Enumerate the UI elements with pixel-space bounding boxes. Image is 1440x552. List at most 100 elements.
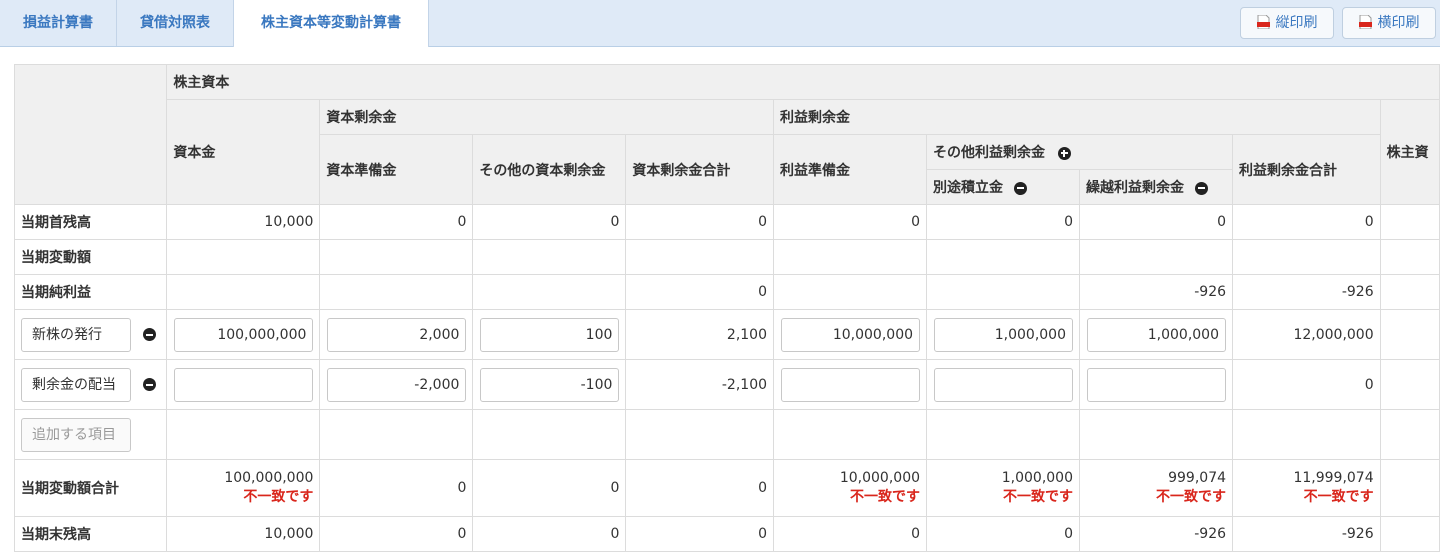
remove-minus-icon[interactable]	[1194, 181, 1208, 195]
mismatch-warning: 不一致です	[1303, 489, 1374, 505]
remove-row-minus-icon[interactable]	[143, 328, 157, 341]
item-name-input[interactable]: 剰余金の配当	[21, 367, 131, 402]
cell-value: 0	[1079, 204, 1234, 240]
tab-income-statement[interactable]: 損益計算書	[0, 0, 117, 46]
cell-input	[1079, 359, 1234, 410]
remove-minus-icon[interactable]	[1013, 181, 1027, 195]
cell-input: 1,000,000	[1079, 309, 1234, 360]
amount-input[interactable]: 100,000,000	[174, 317, 314, 352]
cell-input: 1,000,000	[926, 309, 1081, 360]
header-shareholders-equity: 株主資本	[166, 64, 1440, 100]
table-row-net-income: 当期純利益 0 -926 -926	[13, 274, 1440, 310]
other-retained-earnings-label: その他利益剰余金	[933, 145, 1046, 161]
table-row-changes: 当期変動額	[13, 239, 1440, 275]
cell-empty	[319, 239, 474, 275]
cell-value: 12,000,000	[1232, 309, 1381, 360]
mismatch-warning: 不一致です	[1156, 489, 1227, 505]
table-row-total-changes: 当期変動額合計 100,000,000 不一致です 0 0 0 10,000,0…	[13, 459, 1440, 517]
cell-value: 0	[472, 516, 627, 552]
top-tab-bar: 損益計算書 貸借対照表 株主資本等変動計算書 縦印刷 横印刷	[0, 0, 1440, 47]
cell-value	[319, 274, 474, 310]
portrait-print-label: 縦印刷	[1275, 15, 1318, 31]
cell-value: 0	[319, 459, 474, 517]
landscape-print-button[interactable]: 横印刷	[1342, 7, 1436, 39]
cell-value: 100,000,000 不一致です	[166, 459, 321, 517]
cell-value	[926, 274, 1081, 310]
cell-empty	[926, 409, 1081, 460]
table-row-closing: 当期末残高 10,000 0 0 0 0 0 -926 -926	[13, 516, 1440, 552]
amount-input[interactable]: 100	[480, 317, 620, 352]
cell-value	[1379, 516, 1440, 552]
remove-row-minus-icon[interactable]	[143, 378, 157, 391]
cell-value	[1379, 459, 1440, 517]
cell-empty	[773, 409, 928, 460]
expand-plus-icon[interactable]	[1057, 146, 1071, 160]
amount-input[interactable]	[1087, 367, 1227, 402]
amount-input[interactable]: 2,000	[327, 317, 467, 352]
cell-empty	[1079, 239, 1234, 275]
add-item-input[interactable]: 追加する項目	[21, 417, 131, 452]
cell-input	[926, 359, 1081, 410]
cell-value	[472, 274, 627, 310]
equity-table: 株主資本 資本金 資本剰余金 利益剰余金 株主資 資本準備金 その他の資本剰余金…	[13, 64, 1440, 552]
cell-value: -926	[1232, 516, 1381, 552]
cell-empty	[926, 239, 1081, 275]
cell-value: 0	[625, 274, 775, 310]
cell-empty	[166, 239, 321, 275]
cell-value: 10,000	[166, 516, 321, 552]
table-row-add-item: 追加する項目	[13, 409, 1440, 460]
cell-value: 10,000	[166, 204, 321, 240]
cell-value	[1379, 359, 1440, 410]
header-retained-earnings: 利益剰余金	[773, 99, 1381, 135]
amount-input[interactable]	[174, 367, 314, 402]
tab-balance-sheet[interactable]: 貸借対照表	[117, 0, 234, 46]
cell-value: 999,074 不一致です	[1079, 459, 1234, 517]
cell-value: 11,999,074 不一致です	[1232, 459, 1381, 517]
header-other-capital-surplus: その他の資本剰余金	[472, 134, 627, 205]
cell-value: 0	[472, 459, 627, 517]
amount-input[interactable]: 10,000,000	[781, 317, 921, 352]
cell-value: 0	[1232, 204, 1381, 240]
tab-equity-statement[interactable]: 株主資本等変動計算書	[233, 0, 429, 47]
total-value: 999,074	[1168, 470, 1227, 486]
table-row-new-shares: 新株の発行 100,000,000 2,000 100 2,100 10,000…	[13, 309, 1440, 360]
portrait-print-button[interactable]: 縦印刷	[1240, 7, 1334, 39]
landscape-print-label: 横印刷	[1377, 15, 1420, 31]
amount-input[interactable]	[934, 367, 1074, 402]
cell-value: 10,000,000 不一致です	[773, 459, 928, 517]
table-row-opening: 当期首残高 10,000 0 0 0 0 0 0 0	[13, 204, 1440, 240]
amount-input[interactable]: 1,000,000	[1087, 317, 1227, 352]
cell-value: 2,100	[625, 309, 775, 360]
row-label: 当期変動額合計	[13, 459, 168, 517]
row-label: 当期純利益	[13, 274, 168, 310]
cell-value: 1,000,000 不一致です	[926, 459, 1081, 517]
cell-value	[1379, 309, 1440, 360]
header-retained-earnings-total: 利益剰余金合計	[1232, 134, 1381, 205]
cell-value: 0	[625, 516, 775, 552]
header-carried-forward: 繰越利益剰余金	[1079, 169, 1234, 205]
special-reserve-label: 別途積立金	[933, 180, 1004, 196]
cell-value	[1379, 274, 1440, 310]
cell-empty	[1079, 409, 1234, 460]
cell-value: 0	[773, 516, 928, 552]
cell-input: -2,000	[319, 359, 474, 410]
amount-input[interactable]: -2,000	[327, 367, 467, 402]
amount-input[interactable]	[781, 367, 921, 402]
amount-input[interactable]: 1,000,000	[934, 317, 1074, 352]
header-special-reserve: 別途積立金	[926, 169, 1081, 205]
item-name-input[interactable]: 新株の発行	[21, 317, 131, 352]
mismatch-warning: 不一致です	[243, 489, 314, 505]
carried-forward-label: 繰越利益剰余金	[1086, 180, 1185, 196]
cell-value: 0	[625, 459, 775, 517]
pdf-icon	[1256, 15, 1270, 29]
cell-value: -926	[1079, 516, 1234, 552]
cell-empty	[625, 409, 775, 460]
mismatch-warning: 不一致です	[1003, 489, 1074, 505]
row-label-cell: 追加する項目	[13, 409, 168, 460]
header-other-retained-earnings: その他利益剰余金	[926, 134, 1234, 170]
cell-value: 0	[773, 204, 928, 240]
cell-input: 100	[472, 309, 627, 360]
amount-input[interactable]: -100	[480, 367, 620, 402]
cell-input: 100,000,000	[166, 309, 321, 360]
row-label-cell: 剰余金の配当	[13, 359, 168, 410]
